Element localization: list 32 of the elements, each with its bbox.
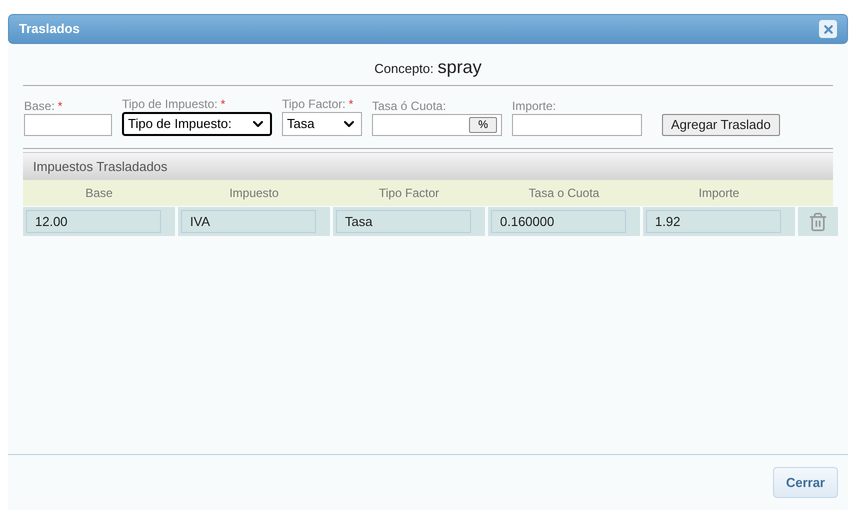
column-header: Importe [698, 185, 740, 202]
required-mark: * [58, 98, 62, 114]
dropdown[interactable]: Tipo de Impuesto: [122, 112, 272, 136]
column-header: Tasa o Cuota [528, 185, 600, 202]
dropdown[interactable]: Tasa [282, 112, 362, 136]
table-cell: 1.92 [643, 207, 795, 236]
window-title: Traslados [19, 20, 80, 38]
required-mark: * [220, 96, 226, 112]
field-label: Importe: [512, 98, 556, 114]
column-header: Tipo Factor [378, 185, 440, 202]
column-header: Base [84, 185, 114, 202]
input-field[interactable]: % [372, 114, 502, 136]
required-mark: * [348, 96, 354, 112]
percent-button[interactable]: % [469, 117, 497, 133]
field-label: Tipo Factor: [282, 96, 346, 112]
column-header: Impuesto [228, 185, 280, 202]
table-cell: 0.160000 [488, 207, 640, 236]
input-field[interactable] [512, 114, 642, 136]
field-label: Tasa ó Cuota: [372, 98, 446, 114]
input-field[interactable] [24, 114, 112, 136]
field-label: Base: [24, 98, 55, 114]
table-cell: 12.00 [23, 207, 175, 236]
close-icon[interactable] [819, 20, 837, 38]
concepto-value: spray [438, 56, 482, 79]
add-button[interactable]: Agregar Traslado [662, 114, 780, 136]
table-cell: IVA [178, 207, 330, 236]
concepto-label: Concepto: [374, 60, 434, 78]
close-button[interactable]: Cerrar [772, 467, 838, 498]
table-cell: Tasa [333, 207, 485, 236]
panel-title: Impuestos Trasladados [33, 158, 168, 176]
field-label: Tipo de Impuesto: [122, 96, 218, 112]
trash-icon[interactable] [808, 212, 828, 232]
